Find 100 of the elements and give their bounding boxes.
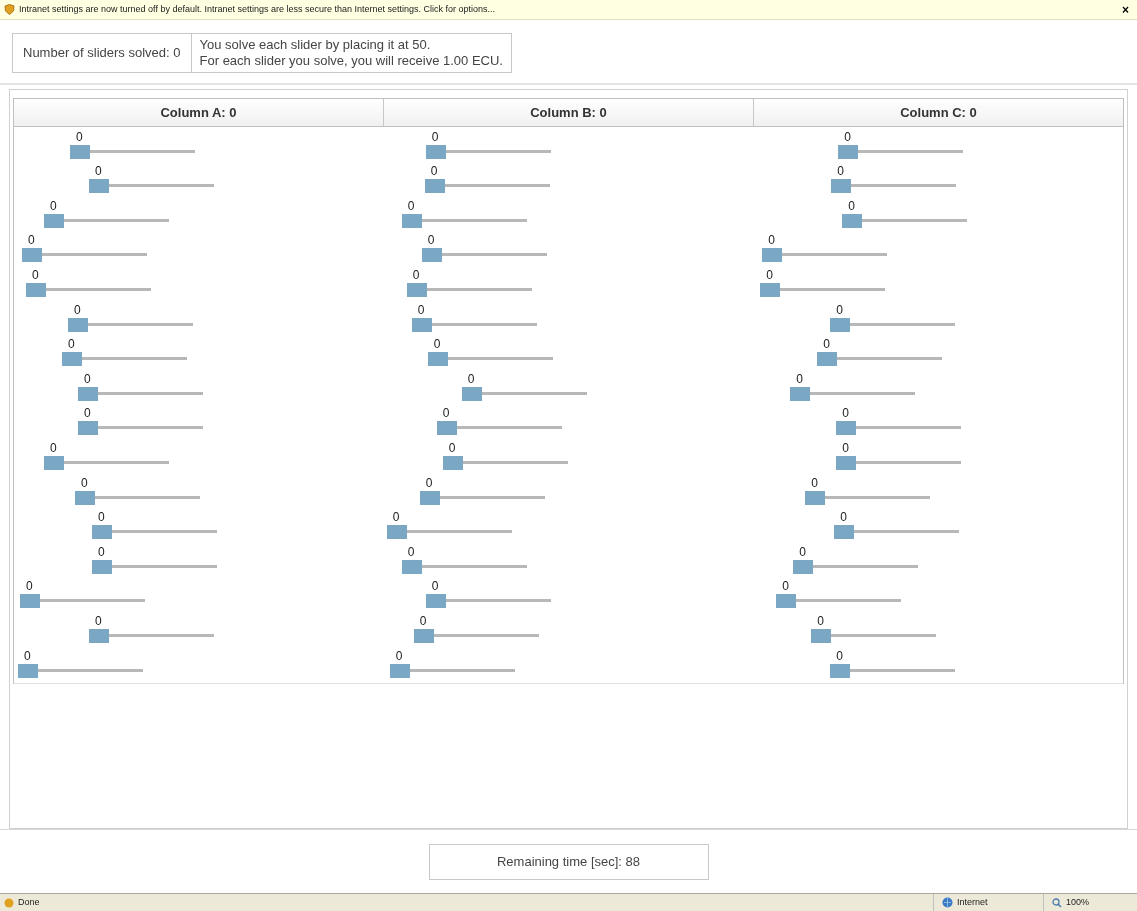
slider[interactable]: 0 [26,268,151,297]
slider[interactable]: 0 [406,268,532,297]
slider-thumb[interactable] [62,352,82,367]
slider[interactable]: 0 [44,441,169,470]
slider-thumb[interactable] [68,317,88,332]
slider[interactable]: 0 [401,199,527,228]
zoom-level[interactable]: 100% [1066,895,1090,910]
slider[interactable]: 0 [70,130,195,159]
slider-thumb[interactable] [836,421,857,436]
slider[interactable]: 0 [389,649,515,678]
slider-thumb[interactable] [406,282,427,297]
slider[interactable]: 0 [836,407,962,436]
slider-thumb[interactable] [401,213,422,228]
slider-thumb[interactable] [401,559,422,574]
slider-thumb[interactable] [78,386,98,401]
slider-thumb[interactable] [78,421,98,436]
slider[interactable]: 0 [68,303,193,332]
slider-thumb[interactable] [831,179,852,194]
slider[interactable]: 0 [78,407,203,436]
slider[interactable]: 0 [62,338,187,367]
slider-thumb[interactable] [790,386,811,401]
slider-thumb[interactable] [92,525,112,540]
slider[interactable]: 0 [18,649,143,678]
slider[interactable]: 0 [424,165,550,194]
slider[interactable]: 0 [834,511,960,540]
slider-thumb[interactable] [762,248,783,263]
slider-thumb[interactable] [817,352,838,367]
slider-thumb[interactable] [413,628,434,643]
slider-thumb[interactable] [830,663,851,678]
slider[interactable]: 0 [830,303,956,332]
slider-thumb[interactable] [436,421,457,436]
slider[interactable]: 0 [427,338,553,367]
slider[interactable]: 0 [411,303,537,332]
slider-thumb[interactable] [22,248,42,263]
slider-thumb[interactable] [70,144,90,159]
slider-thumb[interactable] [18,663,38,678]
slider-thumb[interactable] [411,317,432,332]
info-bar[interactable]: Intranet settings are now turned off by default. Intranet settings are less secure than Internet settings. Click for options... × [0,0,1137,20]
magnifier-icon[interactable] [1052,897,1062,908]
slider-thumb[interactable] [20,594,40,609]
slider[interactable]: 0 [419,476,545,505]
slider[interactable]: 0 [836,441,962,470]
slider[interactable]: 0 [425,580,551,609]
slider[interactable]: 0 [92,545,217,574]
slider[interactable]: 0 [838,130,964,159]
slider[interactable]: 0 [842,199,968,228]
slider-thumb[interactable] [92,559,112,574]
slider[interactable]: 0 [831,165,957,194]
close-button[interactable]: × [1118,3,1133,16]
slider[interactable]: 0 [436,407,562,436]
slider[interactable]: 0 [89,165,214,194]
slider[interactable]: 0 [75,476,200,505]
slider[interactable]: 0 [413,614,539,643]
slider-thumb[interactable] [89,179,109,194]
slider[interactable]: 0 [793,545,919,574]
slider-thumb[interactable] [834,525,855,540]
slider-thumb[interactable] [830,317,851,332]
slider-thumb[interactable] [75,490,95,505]
slider-thumb[interactable] [424,179,445,194]
slider[interactable]: 0 [78,372,203,401]
slider[interactable]: 0 [790,372,916,401]
slider-thumb[interactable] [776,594,797,609]
slider-thumb[interactable] [44,213,64,228]
slider[interactable]: 0 [421,234,547,263]
slider[interactable]: 0 [461,372,587,401]
slider[interactable]: 0 [817,338,943,367]
slider[interactable]: 0 [760,268,886,297]
slider-thumb[interactable] [425,144,446,159]
slider-thumb[interactable] [836,455,857,470]
slider-thumb[interactable] [386,525,407,540]
slider[interactable]: 0 [44,199,169,228]
slider[interactable]: 0 [811,614,937,643]
slider[interactable]: 0 [805,476,931,505]
slider-thumb[interactable] [425,594,446,609]
slider-thumb[interactable] [760,282,781,297]
slider[interactable]: 0 [776,580,902,609]
slider[interactable]: 0 [22,234,147,263]
slider[interactable]: 0 [20,580,145,609]
slider-thumb[interactable] [427,352,448,367]
slider[interactable]: 0 [386,511,512,540]
slider-thumb[interactable] [793,559,814,574]
slider-thumb[interactable] [805,490,826,505]
slider[interactable]: 0 [425,130,551,159]
slider-thumb[interactable] [811,628,832,643]
slider-thumb[interactable] [442,455,463,470]
slider-thumb[interactable] [26,282,46,297]
slider-thumb[interactable] [838,144,859,159]
slider[interactable]: 0 [89,614,214,643]
slider-thumb[interactable] [44,455,64,470]
slider-thumb[interactable] [389,663,410,678]
slider-thumb[interactable] [419,490,440,505]
slider-thumb[interactable] [461,386,482,401]
slider[interactable]: 0 [762,234,888,263]
slider[interactable]: 0 [92,511,217,540]
slider[interactable]: 0 [830,649,956,678]
slider[interactable]: 0 [442,441,568,470]
slider-thumb[interactable] [842,213,863,228]
slider-thumb[interactable] [421,248,442,263]
slider[interactable]: 0 [401,545,527,574]
slider-thumb[interactable] [89,628,109,643]
